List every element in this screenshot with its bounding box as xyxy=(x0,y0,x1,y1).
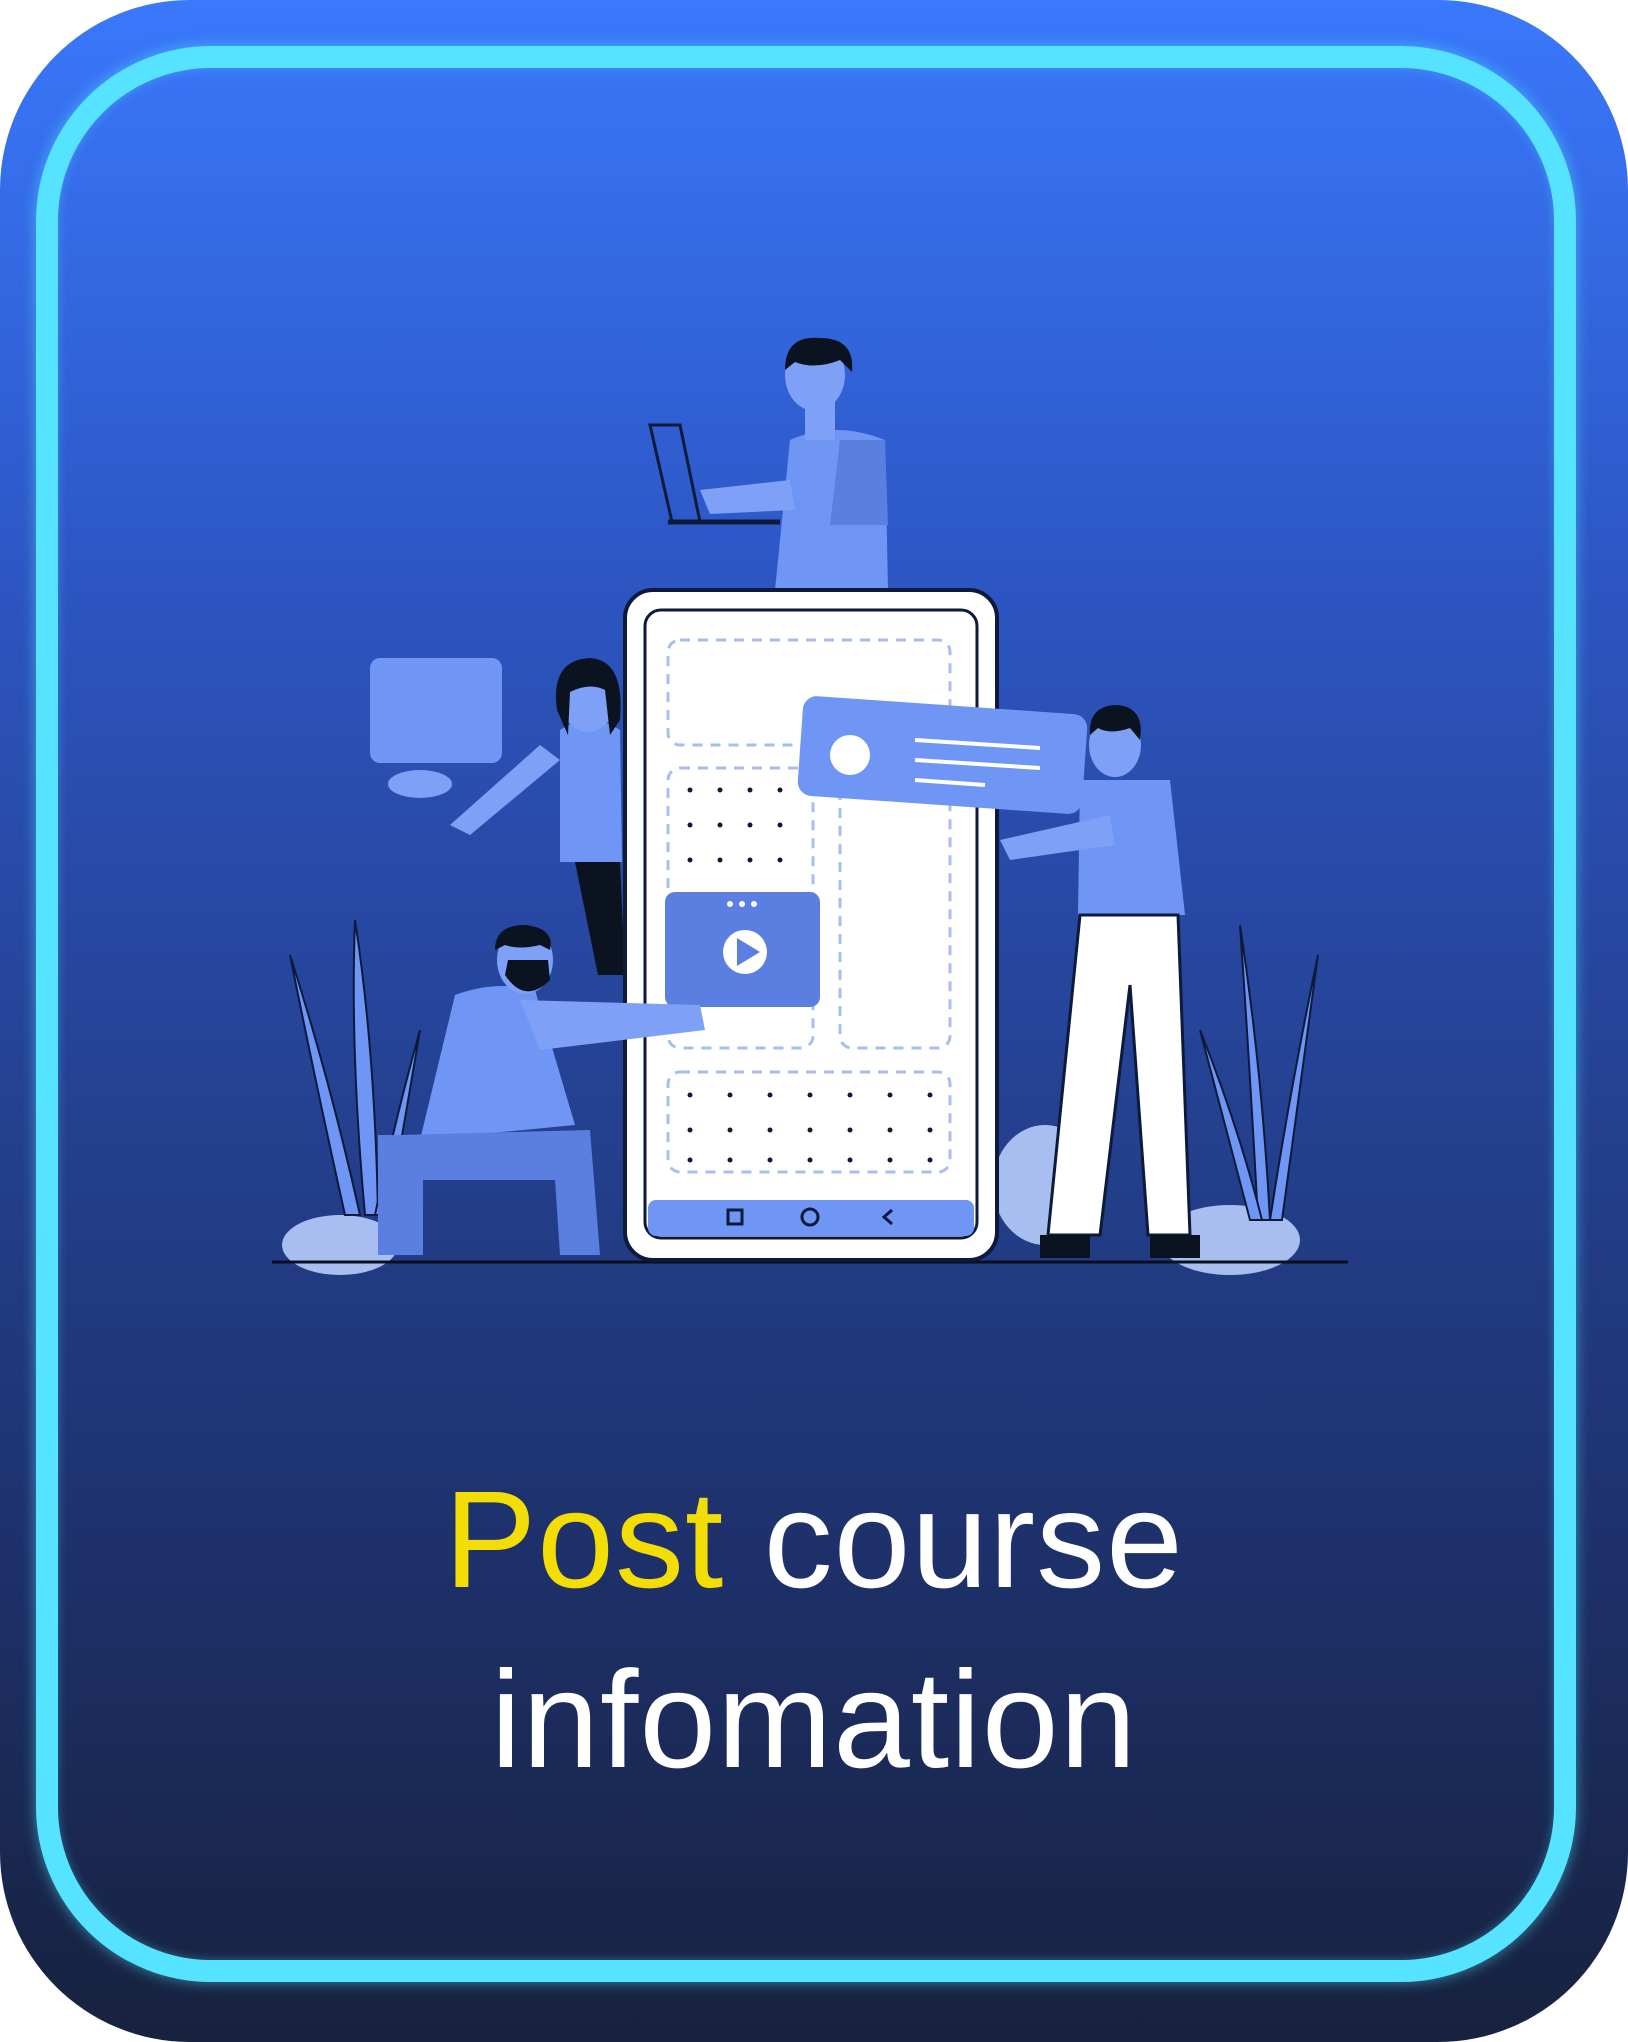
title-rest-word: course xyxy=(763,1463,1184,1617)
person-holding-tile-icon xyxy=(370,658,625,975)
title-line-2: infomation xyxy=(490,1643,1138,1797)
person-with-laptop-icon xyxy=(648,337,888,590)
post-course-info-card[interactable]: Post course infomation xyxy=(0,0,1628,2042)
right-plant-icon xyxy=(1199,924,1319,1221)
title-line-1: Post course xyxy=(0,1450,1628,1630)
message-card-icon xyxy=(797,696,1088,814)
video-play-icon xyxy=(665,892,820,1007)
card-title: Post course infomation xyxy=(0,1450,1628,1810)
title-accent-word: Post xyxy=(444,1463,725,1617)
